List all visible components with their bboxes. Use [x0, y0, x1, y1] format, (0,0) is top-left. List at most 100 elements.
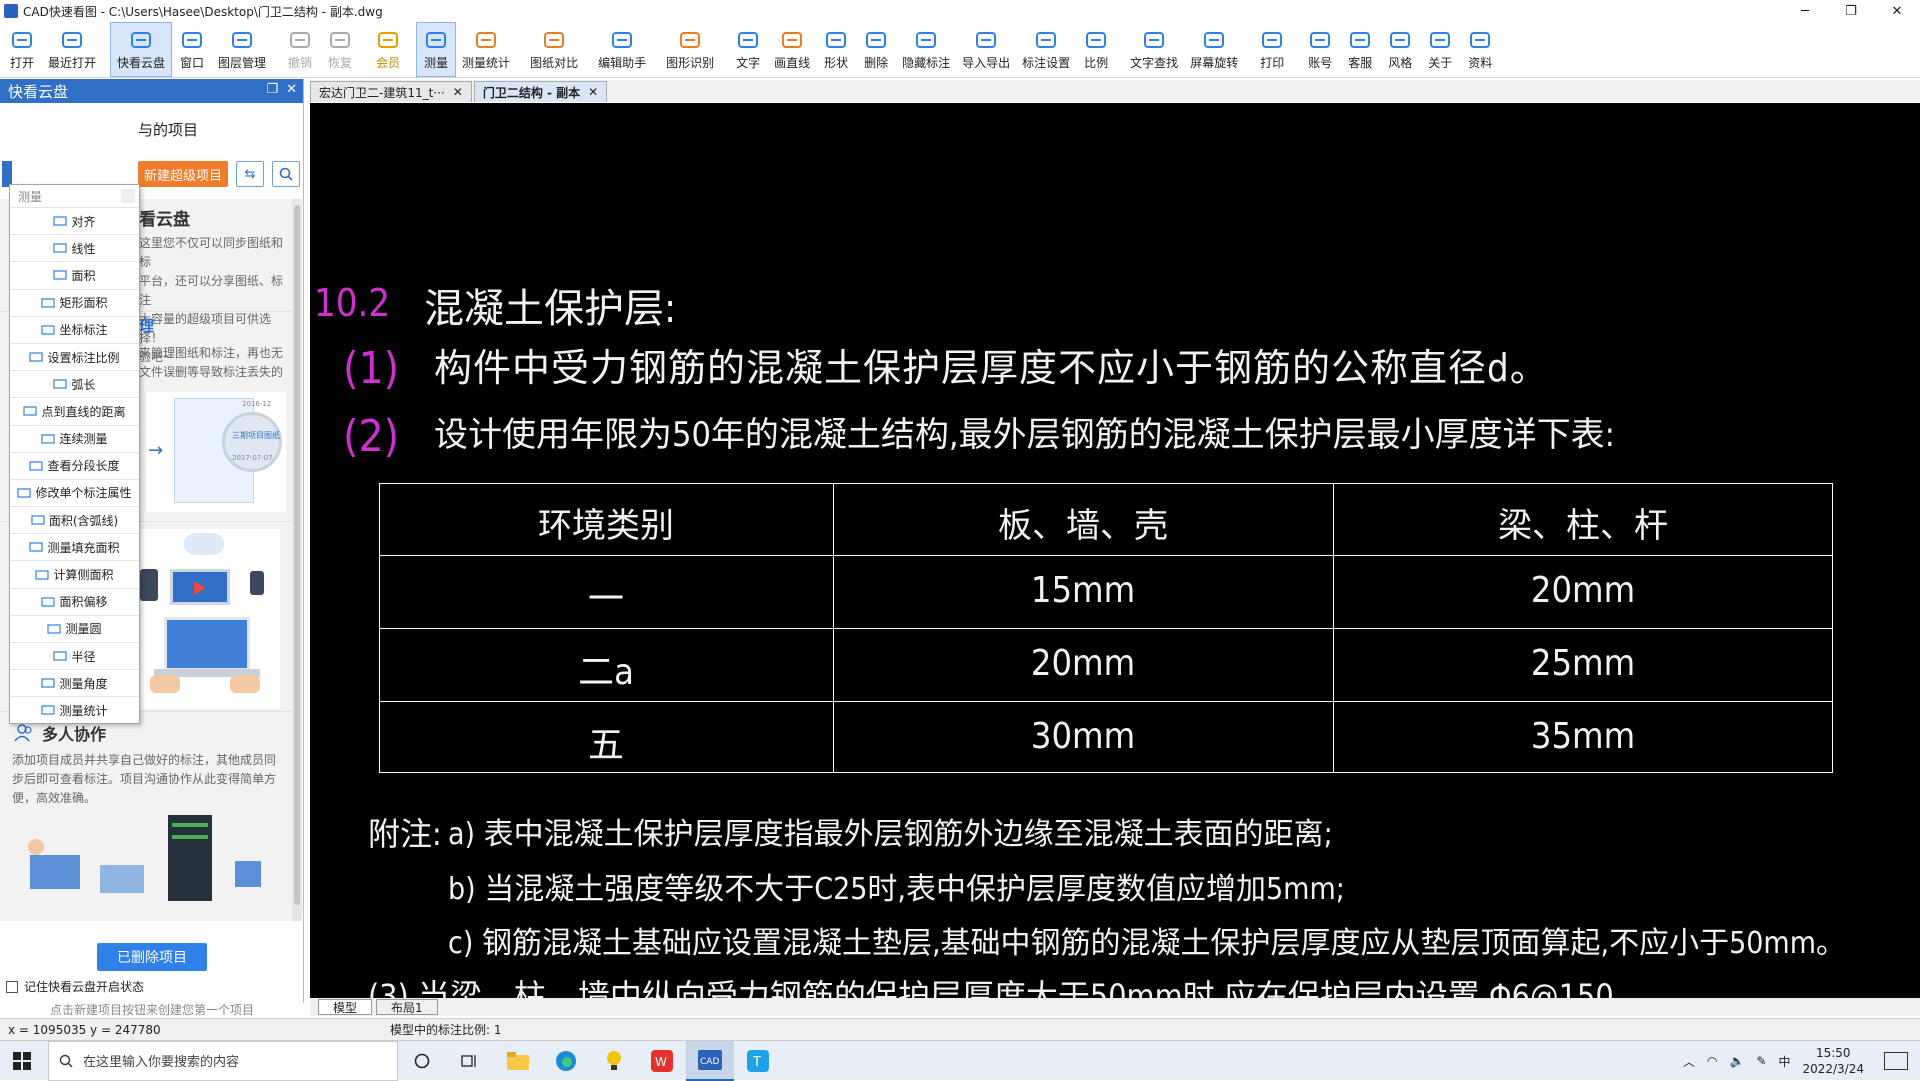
maximize-button[interactable]: ❐	[1828, 0, 1874, 22]
toolbar-undo-button[interactable]: 撤销	[280, 22, 320, 77]
panel-close-icon[interactable]: ✕	[286, 82, 297, 97]
measure-menu-item[interactable]: 半径	[10, 642, 139, 669]
measure-menu-item[interactable]: 弧长	[10, 370, 139, 397]
measure-menu-item[interactable]: 面积(含弧线)	[10, 506, 139, 533]
undo-icon	[288, 29, 312, 51]
measure-tool-icon	[29, 460, 44, 472]
measure-menu-item[interactable]: 面积	[10, 261, 139, 288]
tab-close-icon[interactable]: ✕	[588, 85, 598, 99]
measure-menu-item[interactable]: 测量圆	[10, 614, 139, 642]
measure-tool-icon	[41, 677, 56, 689]
toolbar-eraser-button[interactable]: 删除	[856, 22, 896, 77]
account-icon	[1308, 29, 1332, 51]
sync-icon[interactable]: ⇆	[236, 161, 264, 187]
manage-text: 来管理图纸和标注，再也无 文件误删等导致标注丢失的	[139, 346, 284, 379]
tab-model[interactable]: 模型	[318, 999, 373, 1015]
drawing-canvas[interactable]: 10.2 混凝土保护层: (1) 构件中受力钢筋的混凝土保护层厚度不应小于钢筋的…	[310, 103, 1920, 998]
task-view-icon[interactable]	[446, 1041, 494, 1081]
measure-menu-item[interactable]: 面积偏移	[10, 587, 139, 615]
toolbar-printer-button[interactable]: 打印	[1252, 22, 1292, 77]
measure-menu-item[interactable]: 连续测量	[10, 424, 139, 452]
toolbar-rotate-screen-button[interactable]: 屏幕旋转	[1184, 22, 1244, 77]
toolbar-window-button[interactable]: 窗口	[172, 22, 212, 77]
measure-menu-item[interactable]: 修改单个标注属性	[10, 478, 139, 506]
toolbar-cloud-button[interactable]: 快看云盘	[110, 22, 173, 77]
toolbar-scale-button[interactable]: 比例	[1076, 22, 1116, 77]
tab-layout1[interactable]: 布局1	[376, 999, 438, 1015]
measure-menu-item[interactable]: 点到直线的距离	[10, 397, 139, 424]
measure-tool-icon	[53, 242, 68, 254]
measure-menu-item[interactable]: 测量统计	[10, 696, 139, 723]
toolbar-import-export-button[interactable]: 导入导出	[956, 22, 1016, 77]
wps-office-icon[interactable]: W	[638, 1041, 686, 1081]
clock[interactable]: 15:50 2022/3/24	[1802, 1045, 1864, 1077]
toolbar-edit-helper-button[interactable]: 编辑助手	[592, 22, 652, 77]
toolbar-label: 打开	[9, 55, 34, 70]
measure-menu-item[interactable]: 设置标注比例	[10, 342, 139, 370]
svg-text:CAD: CAD	[700, 1057, 719, 1067]
remember-state-checkbox[interactable]: 记住快看云盘开启状态	[6, 978, 144, 995]
pen-icon[interactable]: ✎	[1756, 1054, 1766, 1068]
network-icon[interactable]: ◠	[1707, 1054, 1717, 1068]
toolbar-line-button[interactable]: 画直线	[768, 22, 816, 77]
cad-viewer-taskbar-icon[interactable]: CAD	[686, 1040, 734, 1081]
new-super-project-button[interactable]: 新建超级项目	[138, 161, 228, 187]
typing-app-icon[interactable]: T	[734, 1041, 782, 1081]
cursor-coords: x = 1095035 y = 247780	[8, 1022, 161, 1037]
toolbar-vip-button[interactable]: 会员	[368, 22, 408, 77]
tab-document-1[interactable]: 宏达门卫二-建筑11_t··· ✕	[310, 81, 472, 102]
measure-menu-item[interactable]: 矩形面积	[10, 288, 139, 316]
measure-menu-item[interactable]: 测量填充面积	[10, 533, 139, 560]
cortana-icon[interactable]	[398, 1041, 446, 1081]
measure-menu-item[interactable]: 测量角度	[10, 669, 139, 696]
deleted-projects-button[interactable]: 已删除项目	[97, 943, 207, 971]
toolbar-info-button[interactable]: 关于	[1420, 22, 1460, 77]
toolbar-text-button[interactable]: 文字	[728, 22, 768, 77]
measure-menu-item[interactable]: 计算侧面积	[10, 560, 139, 587]
toolbar-measure-stats-button[interactable]: 测量统计	[456, 22, 516, 77]
toolbar-ruler-button[interactable]: 测量	[416, 22, 457, 77]
notification-icon[interactable]	[1884, 1052, 1908, 1070]
toolbar-shape-recognize-button[interactable]: 图形识别	[660, 22, 720, 77]
toolbar-shape-button[interactable]: 形状	[816, 22, 856, 77]
file-explorer-icon[interactable]	[494, 1041, 542, 1081]
toolbar-text-search-button[interactable]: 文字查找	[1124, 22, 1184, 77]
create-project-hint: 点击新建项目按钮来创建您第一个项目	[50, 1003, 255, 1017]
panel-scrollbar[interactable]	[292, 199, 302, 921]
tab-close-icon[interactable]: ✕	[453, 85, 463, 99]
toolbar-label: 客服	[1348, 55, 1373, 70]
checkbox-box[interactable]	[6, 980, 18, 993]
tab-document-2[interactable]: 门卫二结构 - 副本 ✕	[473, 81, 608, 102]
search-icon[interactable]	[272, 161, 300, 187]
toolbar-history-button[interactable]: 最近打开	[42, 22, 102, 77]
svg-text:T: T	[752, 1055, 761, 1070]
toolbar-hide-annotation-button[interactable]: 隐藏标注	[896, 22, 956, 77]
toolbar-docs-button[interactable]: 资料	[1460, 22, 1500, 77]
toolbar-headset-button[interactable]: 客服	[1340, 22, 1380, 77]
close-button[interactable]: ✕	[1874, 0, 1920, 22]
toolbar-redo-button[interactable]: 恢复	[320, 22, 360, 77]
windows-start-icon[interactable]	[0, 1041, 44, 1081]
panel-float-icon[interactable]: ❐	[266, 82, 278, 97]
measure-menu-close-icon[interactable]	[121, 189, 135, 203]
tips-app-icon[interactable]	[590, 1041, 638, 1081]
tray-chevron-icon[interactable]: ︿	[1683, 1053, 1695, 1070]
toolbar-folder-open-button[interactable]: 打开	[2, 22, 42, 77]
volume-icon[interactable]: 🔈	[1729, 1054, 1744, 1068]
measure-menu-item[interactable]: 线性	[10, 234, 139, 261]
measure-menu-item[interactable]: 坐标标注	[10, 315, 139, 343]
edge-browser-icon[interactable]	[542, 1041, 590, 1081]
toolbar-compare-button[interactable]: 图纸对比	[524, 22, 584, 77]
illus-card-label: 三期项目图纸	[232, 431, 280, 440]
toolbar-style-button[interactable]: 风格	[1380, 22, 1420, 77]
toolbar-annotation-settings-button[interactable]: 标注设置	[1016, 22, 1076, 77]
ime-indicator[interactable]: 中	[1778, 1053, 1790, 1070]
shape-icon	[824, 29, 848, 51]
minimize-button[interactable]: ─	[1782, 0, 1828, 22]
measure-menu-item[interactable]: 对齐	[10, 207, 139, 234]
item-2-text: 设计使用年限为50年的混凝土结构,最外层钢筋的混凝土保护层最小厚度详下表:	[434, 415, 1615, 455]
taskbar-search-box[interactable]: 在这里输入你要搜索的内容	[48, 1040, 398, 1081]
toolbar-account-button[interactable]: 账号	[1300, 22, 1340, 77]
measure-menu-item[interactable]: 查看分段长度	[10, 451, 139, 479]
toolbar-layers-button[interactable]: 图层管理	[212, 22, 272, 77]
